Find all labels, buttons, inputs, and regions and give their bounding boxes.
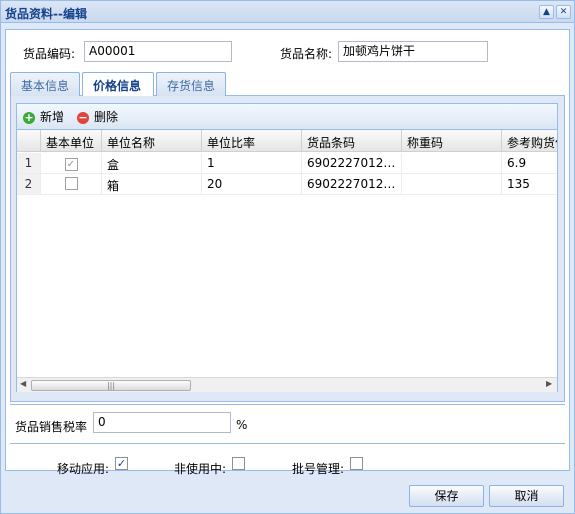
col-header-weight-code[interactable]: 称重码	[402, 130, 502, 151]
tax-label: 货品销售税率	[15, 420, 88, 434]
unit-name-cell[interactable]: 箱	[102, 174, 202, 194]
rownum-header	[17, 130, 41, 151]
code-field[interactable]: A00001	[84, 41, 232, 62]
tab-basic-info-label: 基本信息	[21, 79, 70, 93]
inactive-checkbox[interactable]	[232, 457, 245, 470]
price-tab-body: + 新增 −删除 基本单位 单位名称 单位比率 货品条码 称重码 参考购货价	[10, 96, 565, 402]
base-unit-checkbox[interactable]: ✓	[64, 158, 78, 171]
name-label: 货品名称:	[280, 47, 333, 61]
unit-ratio-cell[interactable]: 20	[202, 174, 302, 194]
unit-name-cell[interactable]: 盒	[102, 153, 202, 173]
col-header-ref-price[interactable]: 参考购货价	[502, 130, 557, 151]
barcode-cell[interactable]: 690222701200	[302, 153, 402, 173]
inactive-label: 非使用中:	[174, 462, 227, 476]
add-button[interactable]: + 新增	[23, 109, 64, 125]
mobile-app-checkbox[interactable]: ✓	[115, 457, 128, 470]
cancel-button[interactable]: 取消	[489, 485, 564, 507]
barcode-cell[interactable]: 690222701200	[302, 174, 402, 194]
scroll-left-icon[interactable]: ◀	[20, 379, 26, 388]
delete-icon: −	[77, 110, 89, 124]
col-header-base-unit[interactable]: 基本单位	[41, 130, 102, 151]
divider	[10, 404, 565, 405]
tab-stock-info[interactable]: 存货信息	[156, 72, 226, 96]
unit-ratio-cell[interactable]: 1	[202, 153, 302, 173]
window-title: 货品资料--编辑	[5, 7, 87, 21]
base-unit-cell[interactable]	[41, 174, 102, 194]
tax-rate-field[interactable]: 0	[93, 412, 231, 433]
table-row[interactable]: 2 箱 20 690222701200 135	[17, 174, 557, 195]
tab-price-info[interactable]: 价格信息	[82, 72, 154, 97]
batch-mgmt-checkbox[interactable]	[350, 457, 363, 470]
scroll-thumb[interactable]: |||	[31, 380, 191, 391]
col-header-unit-name[interactable]: 单位名称	[102, 130, 202, 151]
tab-basic-info[interactable]: 基本信息	[10, 72, 80, 96]
ref-price-cell[interactable]: 6.9	[502, 153, 557, 173]
row-number: 2	[17, 174, 41, 194]
close-icon[interactable]: ✕	[556, 5, 571, 19]
tab-strip: 基本信息 价格信息 存货信息	[10, 72, 565, 97]
horizontal-scrollbar[interactable]: ◀ ||| ▶	[17, 377, 557, 392]
base-unit-cell[interactable]: ✓	[41, 153, 102, 173]
code-label: 货品编码:	[23, 47, 76, 61]
mobile-app-label: 移动应用:	[57, 462, 110, 476]
weight-code-cell[interactable]	[402, 153, 502, 173]
form-panel: 货品编码: A00001 货品名称: 加顿鸡片饼干 基本信息 价格信息 存货信息…	[5, 29, 570, 476]
weight-code-cell[interactable]	[402, 174, 502, 194]
collapse-icon[interactable]: ▲	[539, 5, 554, 19]
delete-button[interactable]: − 删除	[77, 109, 118, 125]
table-row[interactable]: 1 ✓ 盒 1 690222701200 6.9	[17, 153, 557, 174]
batch-mgmt-label: 批号管理:	[292, 462, 345, 476]
ref-price-cell[interactable]: 135	[502, 174, 557, 194]
grid-header: 基本单位 单位名称 单位比率 货品条码 称重码 参考购货价	[17, 130, 557, 152]
scroll-right-icon[interactable]: ▶	[546, 379, 552, 388]
divider	[10, 443, 565, 444]
tax-unit: %	[236, 418, 248, 432]
name-field[interactable]: 加顿鸡片饼干	[338, 41, 488, 62]
col-header-barcode[interactable]: 货品条码	[302, 130, 402, 151]
add-icon: +	[23, 110, 35, 124]
add-button-label: 新增	[40, 110, 65, 124]
unit-price-grid: + 新增 −删除 基本单位 单位名称 单位比率 货品条码 称重码 参考购货价	[16, 103, 558, 392]
tab-stock-info-label: 存货信息	[167, 79, 216, 93]
edit-window: 货品资料--编辑 ▲ ✕ 货品编码: A00001 货品名称: 加顿鸡片饼干 基…	[0, 0, 575, 514]
row-number: 1	[17, 153, 41, 173]
save-button[interactable]: 保存	[409, 485, 484, 507]
tab-price-info-label: 价格信息	[93, 79, 142, 93]
base-unit-checkbox[interactable]	[64, 177, 78, 190]
grid-toolbar: + 新增 − 删除	[17, 104, 557, 130]
col-header-unit-ratio[interactable]: 单位比率	[202, 130, 302, 151]
window-titlebar[interactable]: 货品资料--编辑 ▲ ✕	[1, 1, 574, 23]
delete-button-label: 删除	[94, 110, 119, 124]
